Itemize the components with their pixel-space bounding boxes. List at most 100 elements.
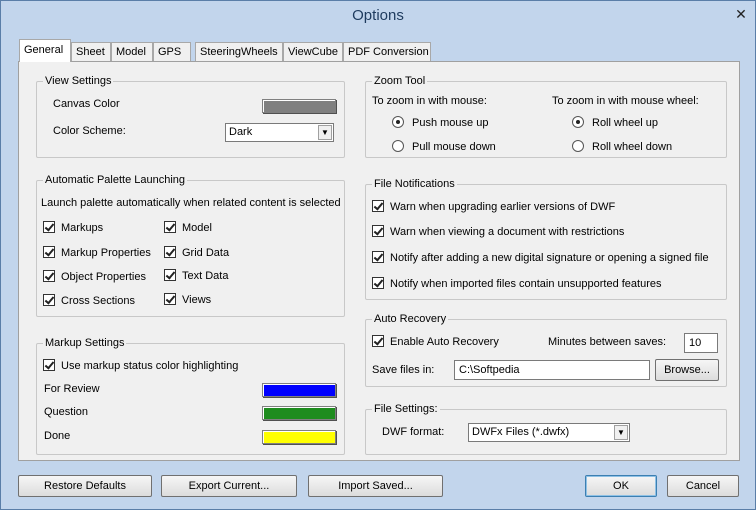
- tab-model[interactable]: Model: [111, 42, 153, 62]
- palette-legend: Automatic Palette Launching: [43, 174, 188, 186]
- roll-wheel-down-radio[interactable]: Roll wheel down: [572, 140, 673, 155]
- zoom-tool-group: Zoom Tool To zoom in with mouse: To zoom…: [365, 75, 727, 158]
- checkbox-checked-icon[interactable]: [164, 221, 176, 234]
- palette-text-data-checkbox[interactable]: Text Data: [164, 269, 229, 284]
- tab-general[interactable]: General: [19, 39, 71, 62]
- checkbox-label: Cross Sections: [61, 295, 135, 307]
- palette-markup-properties-checkbox[interactable]: Markup Properties: [43, 246, 151, 261]
- checkbox-label: Markup Properties: [61, 247, 151, 259]
- checkbox-checked-icon[interactable]: [372, 335, 384, 348]
- title-bar: Options ✕: [1, 1, 755, 31]
- done-label: Done: [44, 430, 71, 442]
- radio-selected-icon[interactable]: [572, 116, 584, 129]
- tab-sheet[interactable]: Sheet: [71, 42, 111, 62]
- checkbox-checked-icon[interactable]: [164, 246, 176, 259]
- checkbox-checked-icon[interactable]: [43, 270, 55, 283]
- checkbox-checked-icon[interactable]: [43, 294, 55, 307]
- for-review-color-swatch[interactable]: [262, 383, 336, 397]
- checkbox-label: Warn when upgrading earlier versions of …: [390, 201, 616, 213]
- radio-unselected-icon[interactable]: [572, 140, 584, 153]
- palette-grid-data-checkbox[interactable]: Grid Data: [164, 246, 229, 261]
- window-title: Options: [352, 7, 404, 24]
- checkbox-checked-icon[interactable]: [43, 221, 55, 234]
- tab-gps[interactable]: GPS: [153, 42, 191, 62]
- tab-pdf-conversion[interactable]: PDF Conversion: [343, 42, 431, 62]
- checkbox-checked-icon[interactable]: [372, 277, 384, 290]
- warn-restrictions-checkbox[interactable]: Warn when viewing a document with restri…: [372, 225, 625, 240]
- checkbox-label: Text Data: [182, 270, 229, 282]
- zoom-mouse-label: To zoom in with mouse:: [372, 95, 487, 107]
- tab-viewcube[interactable]: ViewCube: [283, 42, 343, 62]
- palette-object-properties-checkbox[interactable]: Object Properties: [43, 270, 146, 285]
- minutes-between-saves-label: Minutes between saves:: [548, 336, 667, 348]
- auto-recovery-group: Auto Recovery Enable Auto Recovery Minut…: [365, 313, 727, 387]
- options-dialog: Options ✕ General Sheet Model GPS Steeri…: [0, 0, 756, 510]
- palette-views-checkbox[interactable]: Views: [164, 293, 211, 308]
- view-settings-legend: View Settings: [43, 75, 114, 87]
- color-scheme-value: Dark: [229, 126, 253, 138]
- checkbox-checked-icon[interactable]: [43, 246, 55, 259]
- zoom-wheel-label: To zoom in with mouse wheel:: [552, 95, 699, 107]
- radio-label: Push mouse up: [412, 117, 489, 129]
- close-icon[interactable]: ✕: [731, 5, 751, 23]
- radio-label: Roll wheel down: [592, 141, 673, 153]
- dwf-format-select[interactable]: DWFx Files (*.dwfx) ▼: [468, 423, 630, 442]
- checkbox-checked-icon[interactable]: [372, 225, 384, 238]
- checkbox-label: Enable Auto Recovery: [390, 336, 499, 348]
- radio-label: Pull mouse down: [412, 141, 496, 153]
- dwf-format-value: DWFx Files (*.dwfx): [472, 426, 570, 438]
- file-settings-group: File Settings: DWF format: DWFx Files (*…: [365, 403, 727, 455]
- notify-signature-checkbox[interactable]: Notify after adding a new digital signat…: [372, 251, 709, 266]
- export-current-button[interactable]: Export Current...: [161, 475, 297, 497]
- color-scheme-label: Color Scheme:: [53, 125, 126, 137]
- palette-cross-sections-checkbox[interactable]: Cross Sections: [43, 294, 135, 309]
- file-notifications-group: File Notifications Warn when upgrading e…: [365, 178, 727, 300]
- canvas-color-label: Canvas Color: [53, 98, 120, 110]
- done-color-swatch[interactable]: [262, 430, 336, 444]
- file-settings-legend: File Settings:: [372, 403, 440, 415]
- chevron-down-icon[interactable]: ▼: [614, 425, 628, 440]
- palette-markups-checkbox[interactable]: Markups: [43, 221, 103, 236]
- roll-wheel-up-radio[interactable]: Roll wheel up: [572, 116, 659, 131]
- radio-selected-icon[interactable]: [392, 116, 404, 129]
- canvas-color-swatch[interactable]: [262, 99, 336, 113]
- chevron-down-icon[interactable]: ▼: [318, 125, 332, 140]
- browse-button[interactable]: Browse...: [655, 359, 719, 381]
- palette-group: Automatic Palette Launching Launch palet…: [36, 174, 345, 317]
- markup-settings-group: Markup Settings Use markup status color …: [36, 337, 345, 455]
- save-files-in-input[interactable]: C:\Softpedia: [454, 360, 650, 380]
- markup-settings-legend: Markup Settings: [43, 337, 127, 349]
- checkbox-checked-icon[interactable]: [372, 200, 384, 213]
- checkbox-label: Use markup status color highlighting: [61, 360, 239, 372]
- view-settings-group: View Settings Canvas Color Color Scheme:…: [36, 75, 345, 158]
- push-mouse-up-radio[interactable]: Push mouse up: [392, 116, 489, 131]
- restore-defaults-button[interactable]: Restore Defaults: [18, 475, 152, 497]
- color-scheme-select[interactable]: Dark ▼: [225, 123, 334, 142]
- radio-unselected-icon[interactable]: [392, 140, 404, 153]
- import-saved-button[interactable]: Import Saved...: [308, 475, 443, 497]
- checkbox-label: Warn when viewing a document with restri…: [390, 226, 625, 238]
- markup-highlight-checkbox[interactable]: Use markup status color highlighting: [43, 359, 239, 374]
- checkbox-checked-icon[interactable]: [372, 251, 384, 264]
- auto-recovery-legend: Auto Recovery: [372, 313, 449, 325]
- palette-model-checkbox[interactable]: Model: [164, 221, 212, 236]
- pull-mouse-down-radio[interactable]: Pull mouse down: [392, 140, 496, 155]
- ok-button[interactable]: OK: [585, 475, 657, 497]
- zoom-tool-legend: Zoom Tool: [372, 75, 428, 87]
- checkbox-checked-icon[interactable]: [43, 359, 55, 372]
- cancel-button[interactable]: Cancel: [667, 475, 739, 497]
- tab-steeringwheels[interactable]: SteeringWheels: [195, 42, 283, 62]
- question-color-swatch[interactable]: [262, 406, 336, 420]
- radio-label: Roll wheel up: [592, 117, 659, 129]
- question-label: Question: [44, 406, 89, 418]
- enable-auto-recovery-checkbox[interactable]: Enable Auto Recovery: [372, 335, 499, 350]
- checkbox-checked-icon[interactable]: [164, 269, 176, 282]
- notify-unsupported-checkbox[interactable]: Notify when imported files contain unsup…: [372, 277, 662, 292]
- palette-description: Launch palette automatically when relate…: [41, 197, 341, 209]
- checkbox-label: Model: [182, 222, 212, 234]
- minutes-between-saves-input[interactable]: 10: [684, 333, 718, 353]
- checkbox-checked-icon[interactable]: [164, 293, 176, 306]
- save-files-in-label: Save files in:: [372, 364, 435, 376]
- file-notifications-legend: File Notifications: [372, 178, 457, 190]
- warn-upgrading-checkbox[interactable]: Warn when upgrading earlier versions of …: [372, 200, 616, 215]
